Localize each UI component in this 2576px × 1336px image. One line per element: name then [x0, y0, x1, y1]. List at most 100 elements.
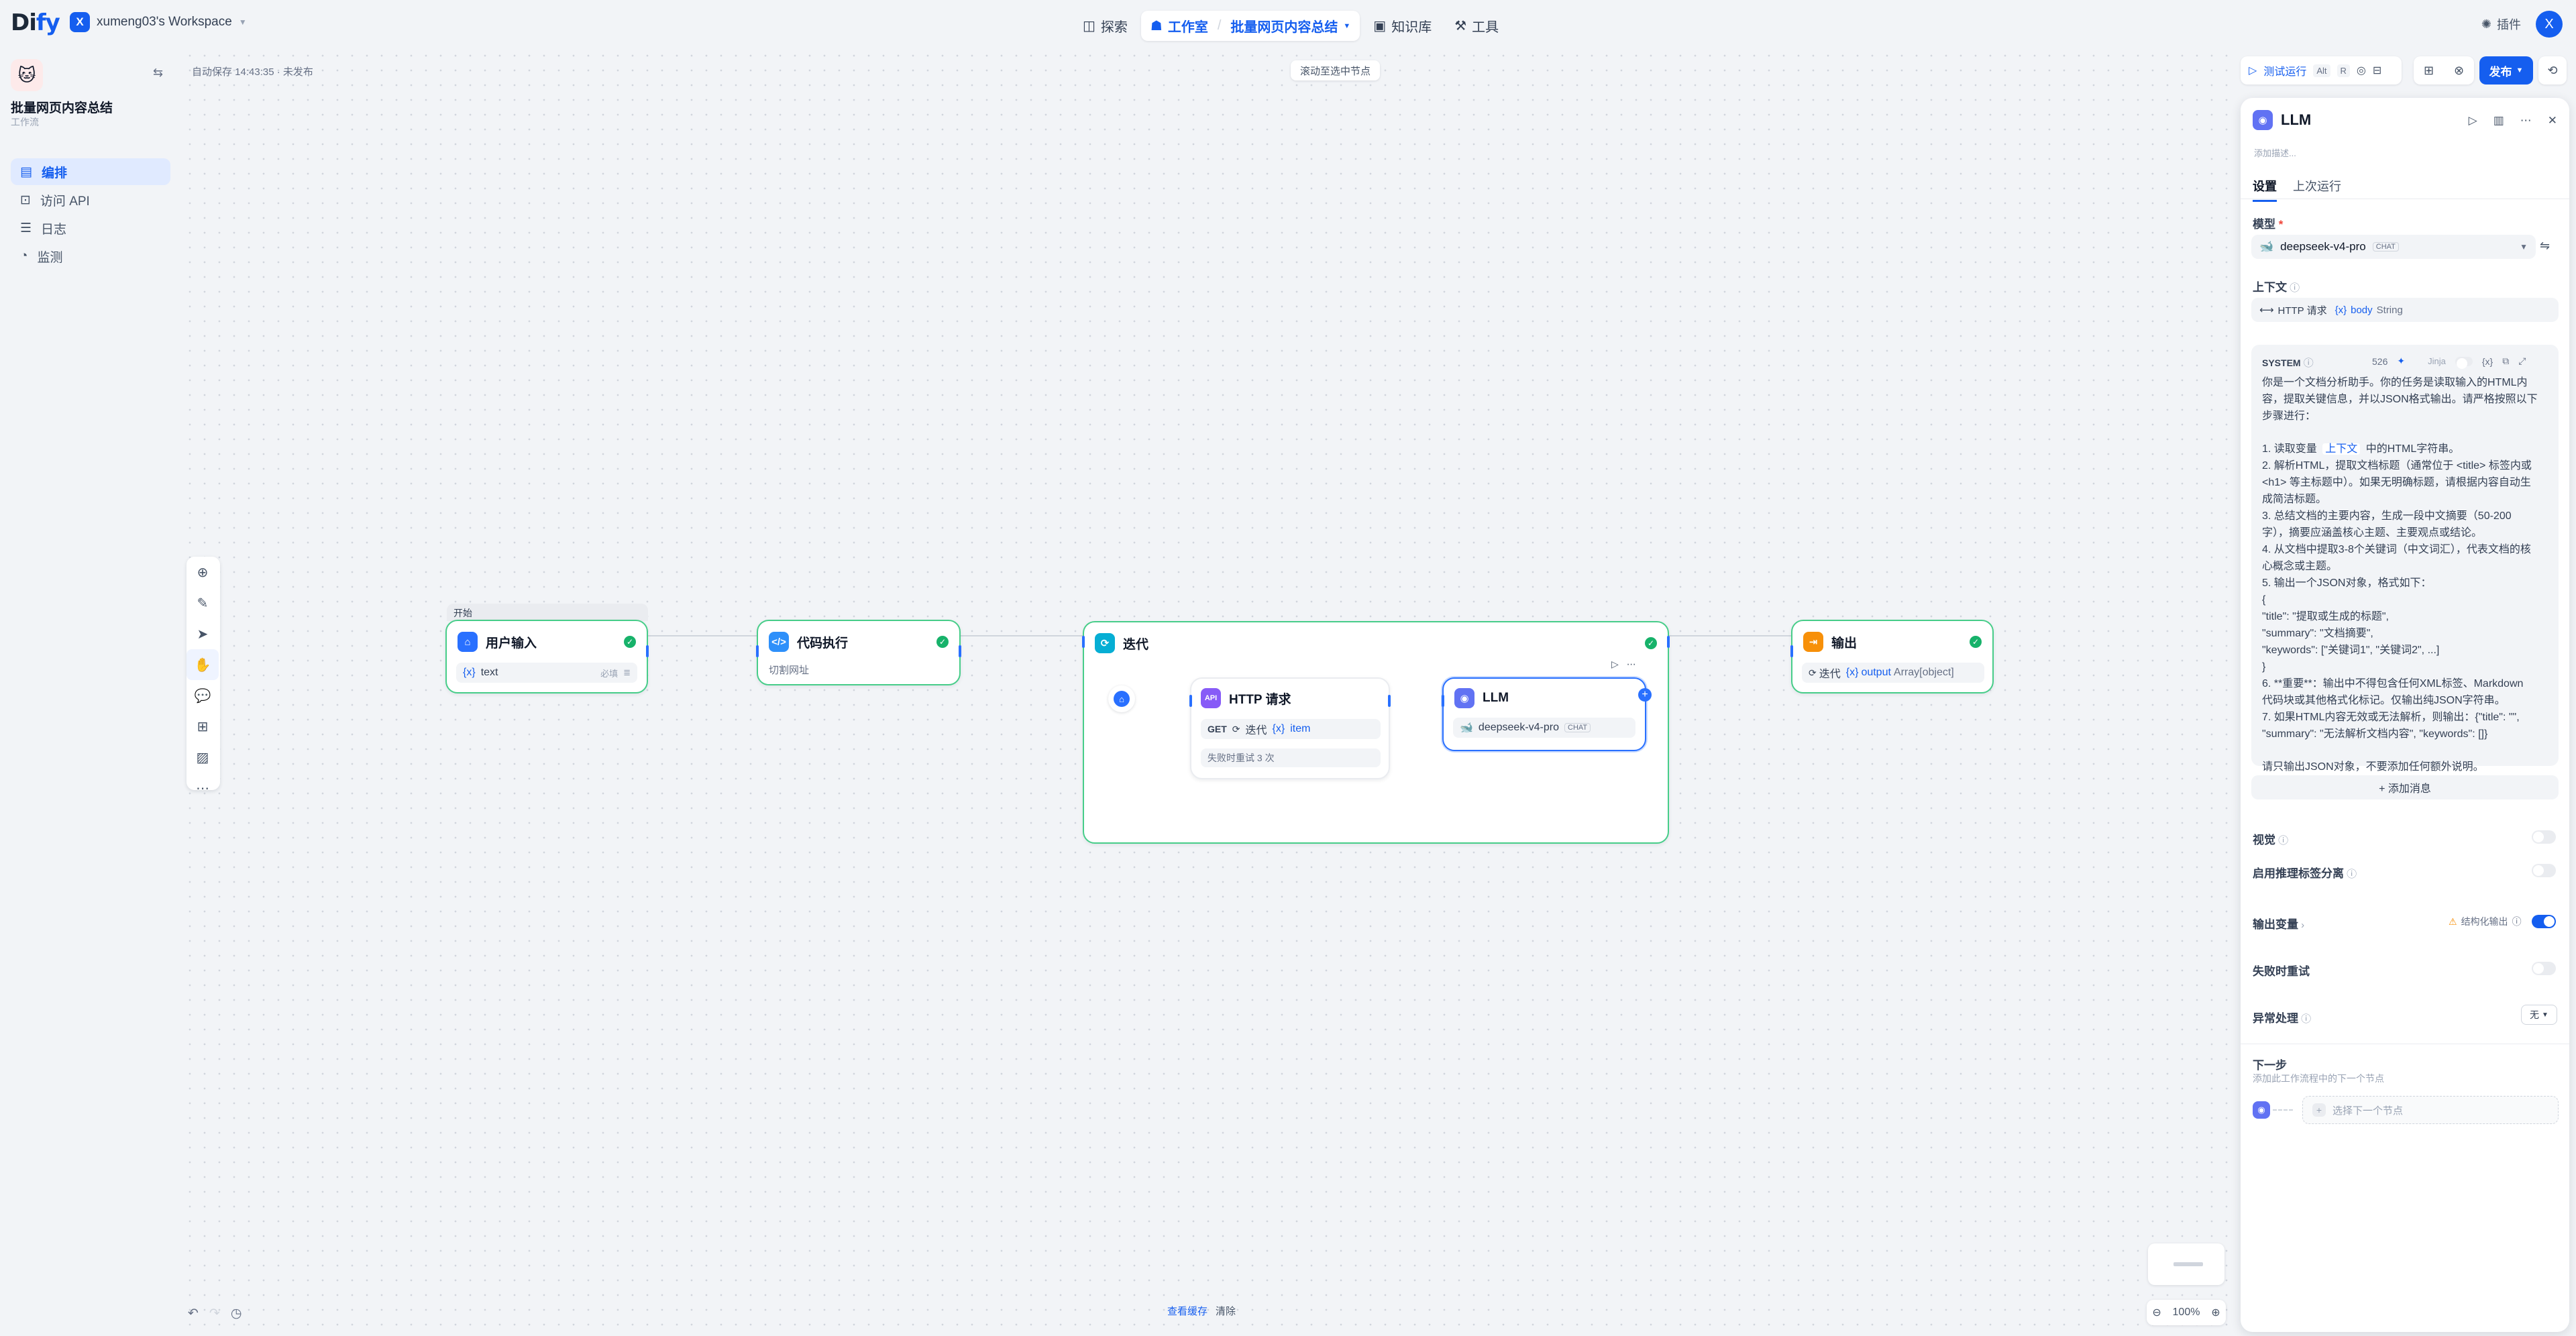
- add-message-button[interactable]: + 添加消息: [2251, 775, 2559, 799]
- node-handle[interactable]: [1667, 636, 1670, 648]
- redo-icon[interactable]: ↷: [209, 1306, 220, 1321]
- collapse-sidebar-icon[interactable]: ⇆: [153, 66, 163, 80]
- system-prompt-box[interactable]: SYSTEM ⓘ 526 ✦ Jinja {x} ⧉ ⤢ 你是一个文档分析助手。…: [2251, 345, 2559, 773]
- select-next-node[interactable]: + 选择下一个节点: [2302, 1096, 2559, 1124]
- hand-icon[interactable]: ✋: [186, 649, 219, 680]
- zoom-out-icon[interactable]: ⊖: [2152, 1306, 2161, 1319]
- zoom-in-icon[interactable]: ⊕: [2211, 1306, 2220, 1319]
- node-user-input[interactable]: ⌂ 用户输入 ✓ {x} text 必填 ≣: [445, 620, 649, 693]
- model-settings-icon[interactable]: ⇋: [2540, 239, 2550, 253]
- retry-toggle[interactable]: [2532, 962, 2556, 975]
- expand-icon[interactable]: ⤢: [2518, 355, 2526, 367]
- history-icon[interactable]: ◷: [231, 1306, 242, 1321]
- add-node-icon[interactable]: ⊕: [186, 557, 219, 588]
- more-icon[interactable]: ⋯: [186, 773, 219, 803]
- version-history-icon[interactable]: ⟲: [2538, 56, 2567, 85]
- error-handling-select[interactable]: 无 ▼: [2521, 1005, 2557, 1025]
- output-vars-label[interactable]: 输出变量 ›: [2253, 915, 2304, 932]
- node-llm[interactable]: ◉ LLM 🐋 deepseek-v4-pro CHAT +: [1442, 677, 1652, 751]
- plugins-button[interactable]: ✺ 插件: [2481, 15, 2521, 33]
- workspace-switcher[interactable]: X xumeng03's Workspace ▼: [70, 12, 247, 32]
- edge-code-iteration: [961, 635, 1084, 636]
- node-output[interactable]: ⇥ 输出 ✓ ⟳ 迭代 {x} output Array[object]: [1790, 620, 1994, 693]
- env-icon[interactable]: ⊞: [2424, 64, 2434, 78]
- iteration-start[interactable]: ⌂: [1108, 685, 1135, 712]
- node-http-request[interactable]: API HTTP 请求 GET ⟳ 迭代 {x} item 失败时重试 3 次: [1189, 677, 1391, 779]
- sidebar-item-logs[interactable]: ☰ 日志: [11, 215, 170, 241]
- prompt-line: 1. 读取变量 上下文 中的HTML字符串。: [2262, 443, 2460, 455]
- insert-variable-icon[interactable]: {x}: [2482, 356, 2493, 367]
- run-icon[interactable]: ▷: [1611, 659, 1619, 670]
- jinja-toggle[interactable]: [2455, 356, 2473, 369]
- edge-iteration-output: [1669, 635, 1791, 636]
- checklist-icon[interactable]: ◎: [2357, 64, 2366, 77]
- nav-studio[interactable]: ☗ 工作室 / 批量网页内容总结 ▼: [1140, 11, 1360, 41]
- structured-output-toggle[interactable]: [2532, 915, 2556, 928]
- reasoning-split-toggle[interactable]: [2532, 864, 2556, 877]
- brain-icon: ◉: [2253, 110, 2273, 130]
- add-description[interactable]: 添加描述...: [2254, 146, 2296, 159]
- clear-link[interactable]: 清除: [1216, 1304, 1236, 1318]
- scroll-to-selected-button[interactable]: 滚动至选中节点: [1291, 60, 1381, 80]
- more-icon[interactable]: ⋯: [1627, 659, 1636, 670]
- nav-tools[interactable]: ⚒ 工具: [1445, 11, 1508, 41]
- output-icon: ⇥: [1803, 632, 1823, 652]
- nav-knowledge[interactable]: ▣ 知识库: [1364, 11, 1441, 41]
- sidebar-item-orchestrate[interactable]: ▤ 编排: [11, 158, 170, 185]
- retry-info: 失败时重试 3 次: [1201, 748, 1381, 767]
- char-count: 526: [2372, 355, 2388, 367]
- node-handle[interactable]: [646, 645, 649, 657]
- conversation-var-icon[interactable]: ⊗: [2454, 64, 2464, 78]
- comment-icon[interactable]: 💬: [186, 680, 219, 711]
- node-handle[interactable]: [1442, 695, 1444, 707]
- vision-toggle[interactable]: [2532, 830, 2556, 844]
- sidebar-item-monitor[interactable]: ◔ 监测: [11, 243, 170, 270]
- pointer-icon[interactable]: ➤: [186, 618, 219, 649]
- node-handle[interactable]: [756, 645, 759, 657]
- play-icon: ▷: [2249, 65, 2257, 76]
- current-app-name[interactable]: 批量网页内容总结: [1230, 16, 1338, 36]
- tool-icon: ⚒: [1454, 19, 1467, 34]
- nav-explore[interactable]: ◫ 探索: [1073, 11, 1137, 41]
- retry-label: 失败时重试: [2253, 965, 2310, 978]
- node-handle[interactable]: [959, 645, 961, 657]
- model-selector[interactable]: 🐋 deepseek-v4-pro CHAT ▼: [2251, 235, 2536, 259]
- add-note-icon[interactable]: ✎: [186, 588, 219, 618]
- dify-logo[interactable]: Dify: [11, 9, 60, 36]
- sidebar-item-api[interactable]: ⊡ 访问 API: [11, 186, 170, 213]
- ai-generate-icon[interactable]: ✦: [2397, 355, 2405, 367]
- node-handle[interactable]: [1189, 695, 1192, 707]
- context-variable[interactable]: ⟷ HTTP 请求 {x} body String: [2251, 298, 2559, 322]
- node-code[interactable]: </> 代码执行 ✓ 切割网址: [756, 620, 961, 685]
- variables-icon[interactable]: ⊟: [2373, 64, 2381, 77]
- node-handle[interactable]: [1082, 636, 1085, 648]
- panel-title[interactable]: LLM: [2281, 111, 2311, 129]
- copy-icon[interactable]: ⧉: [2502, 355, 2509, 367]
- run-icon[interactable]: ▷: [2469, 114, 2477, 127]
- user-avatar[interactable]: X: [2536, 11, 2563, 38]
- close-icon[interactable]: ✕: [2548, 114, 2557, 127]
- workspace-name: xumeng03's Workspace: [97, 15, 232, 29]
- more-icon[interactable]: ⋯: [2520, 114, 2532, 127]
- prompt-text[interactable]: 你是一个文档分析助手。你的任务是读取输入的HTML内 容，提取关键信息，并以JSO…: [2262, 374, 2551, 775]
- context-variable-chip[interactable]: 上下文: [2322, 443, 2361, 455]
- prompt-line: }: [2262, 661, 2266, 673]
- minimap[interactable]: [2148, 1243, 2224, 1285]
- help-doc-icon[interactable]: ▥: [2493, 114, 2504, 127]
- brain-icon: ◉: [2253, 1101, 2270, 1119]
- add-next-node-icon[interactable]: +: [1638, 688, 1652, 702]
- test-run-button[interactable]: 测试运行: [2263, 62, 2306, 78]
- organize-icon[interactable]: ⊞: [186, 711, 219, 742]
- log-icon: ☰: [20, 221, 32, 235]
- export-image-icon[interactable]: ▨: [186, 742, 219, 773]
- workspace-avatar: X: [70, 12, 90, 32]
- view-cache-link[interactable]: 查看缓存: [1167, 1304, 1208, 1318]
- node-handle[interactable]: [1388, 695, 1391, 707]
- prompt-line: 心概念或主题。: [2262, 561, 2338, 572]
- autosave-status: 自动保存 14:43:35 · 未发布: [192, 66, 313, 78]
- publish-button[interactable]: 发布 ▼: [2479, 56, 2533, 85]
- zoom-level[interactable]: 100%: [2173, 1306, 2200, 1319]
- prompt-line: [2262, 742, 2551, 759]
- node-handle[interactable]: [1790, 645, 1793, 657]
- undo-icon[interactable]: ↶: [188, 1306, 199, 1321]
